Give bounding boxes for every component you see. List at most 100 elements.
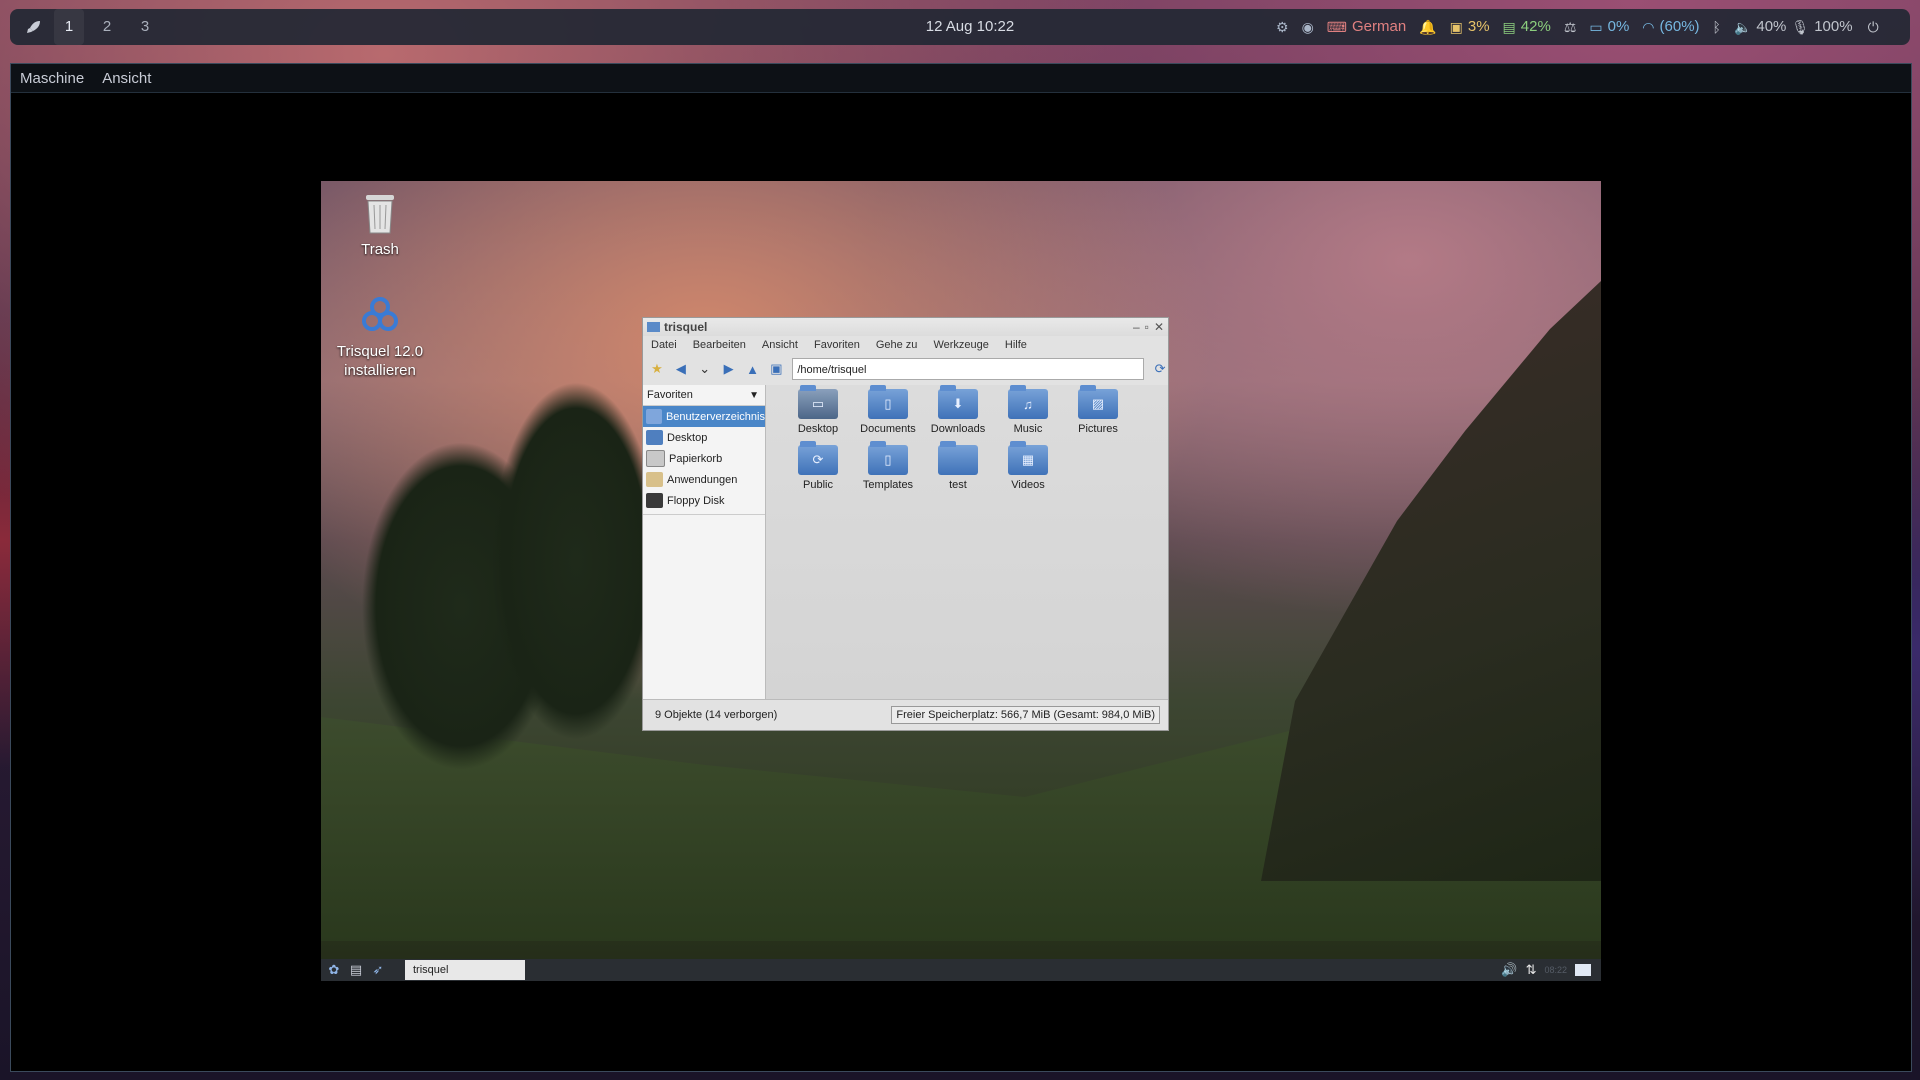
menu-hilfe[interactable]: Hilfe bbox=[1005, 339, 1027, 351]
sidebar-item-applications[interactable]: Anwendungen bbox=[643, 469, 765, 490]
browser-icon[interactable]: ➶ bbox=[369, 962, 387, 978]
host-top-bar: 1 2 3 12 Aug 10:22 ⚙ ◉ ⌨ German 🔔 ▣ 3% ▤… bbox=[10, 9, 1910, 45]
file-label: Downloads bbox=[930, 423, 986, 435]
menu-werkzeuge[interactable]: Werkzeuge bbox=[933, 339, 988, 351]
file-item-downloads[interactable]: ⬇ Downloads bbox=[922, 385, 994, 435]
vm-menubar: Maschine Ansicht bbox=[11, 64, 1911, 93]
window-titlebar[interactable]: trisquel – ▫ ✕ bbox=[643, 318, 1168, 336]
trash-desktop-icon[interactable]: Trash bbox=[325, 191, 435, 259]
bell-icon[interactable]: 🔔 bbox=[1419, 9, 1436, 45]
sidebar-item-floppy[interactable]: Floppy Disk bbox=[643, 490, 765, 511]
file-manager-window: trisquel – ▫ ✕ Datei Bearbeiten Ansicht … bbox=[642, 317, 1169, 731]
file-manager-body: Favoriten ▼ Benutzerverzeichnis Desktop … bbox=[643, 385, 1168, 700]
file-item-videos[interactable]: ▦ Videos bbox=[992, 441, 1064, 491]
date-time[interactable]: 12 Aug 10:22 bbox=[905, 9, 1035, 45]
file-label: Public bbox=[803, 479, 833, 491]
file-item-pictures[interactable]: ▨ Pictures bbox=[1062, 385, 1134, 435]
menu-favoriten[interactable]: Favoriten bbox=[814, 339, 860, 351]
file-item-documents[interactable]: ▯ Documents bbox=[852, 385, 924, 435]
file-label: Videos bbox=[1011, 479, 1045, 491]
sidebar-header[interactable]: Favoriten ▼ bbox=[643, 385, 765, 406]
trash-icon bbox=[366, 195, 394, 234]
file-item-templates[interactable]: ▯ Templates bbox=[852, 441, 924, 491]
file-label: Pictures bbox=[1078, 423, 1118, 435]
new-folder-icon[interactable]: ★ bbox=[649, 361, 665, 377]
address-bar[interactable]: /home/trisquel bbox=[792, 358, 1145, 380]
chevron-down-icon[interactable]: ⌄ bbox=[697, 361, 713, 377]
volume-icon[interactable]: 🔊 bbox=[1501, 963, 1517, 978]
workspace-2[interactable]: 2 bbox=[92, 9, 122, 45]
sidebar-item-home[interactable]: Benutzerverzeichnis bbox=[643, 406, 765, 427]
home-folder-icon bbox=[646, 409, 662, 424]
menu-bearbeiten[interactable]: Bearbeiten bbox=[693, 339, 746, 351]
up-arrow-icon[interactable]: ▲ bbox=[745, 361, 761, 377]
close-icon[interactable]: ✕ bbox=[1154, 320, 1164, 334]
menu-gehe-zu[interactable]: Gehe zu bbox=[876, 339, 918, 351]
refresh-icon[interactable]: ⟳ bbox=[1152, 361, 1168, 377]
sidebar-item-desktop[interactable]: Desktop bbox=[643, 427, 765, 448]
workspace-3[interactable]: 3 bbox=[130, 9, 160, 45]
power-icon[interactable]: ⏻ bbox=[1868, 9, 1879, 45]
guest-taskbar: ✿ ▤ ➶ trisquel 🔊 ⇅ 08:22 bbox=[321, 959, 1601, 981]
public-folder-icon: ⟳ bbox=[798, 441, 838, 475]
free-space: Freier Speicherplatz: 566,7 MiB (Gesamt:… bbox=[891, 706, 1160, 724]
desktop-folder-icon: ▭ bbox=[798, 385, 838, 419]
settings-icon[interactable]: ⚙ bbox=[1276, 9, 1289, 45]
network-icon[interactable]: ⇅ bbox=[1526, 963, 1537, 978]
sidebar-item-label: Floppy Disk bbox=[667, 494, 725, 507]
keyboard-layout[interactable]: German bbox=[1352, 9, 1406, 45]
sidebar-item-label: Benutzerverzeichnis bbox=[665, 410, 765, 423]
install-label-line1: Trisquel 12.0 bbox=[336, 343, 424, 360]
file-item-desktop[interactable]: ▭ Desktop bbox=[782, 385, 854, 435]
desktop-icon bbox=[646, 430, 663, 445]
sidebar-item-trash[interactable]: Papierkorb bbox=[643, 448, 765, 469]
home-folder-icon[interactable]: ▣ bbox=[768, 361, 784, 377]
file-manager-menubar: Datei Bearbeiten Ansicht Favoriten Gehe … bbox=[643, 336, 1168, 354]
bluetooth-icon[interactable]: ᛒ bbox=[1713, 9, 1721, 45]
menu-ansicht[interactable]: Ansicht bbox=[762, 339, 798, 351]
file-manager-icon[interactable]: ▤ bbox=[347, 962, 365, 978]
volume-level[interactable]: 40% bbox=[1756, 9, 1786, 45]
file-label: Music bbox=[1013, 423, 1043, 435]
object-count: 9 Objekte (14 verborgen) bbox=[655, 709, 778, 721]
install-label-line2: installieren bbox=[344, 362, 416, 379]
file-view[interactable]: ▭ Desktop ▯ Documents ⬇ Downloads ♫ Musi… bbox=[766, 385, 1168, 700]
show-desktop-icon[interactable] bbox=[1575, 964, 1591, 976]
install-desktop-icon[interactable]: Trisquel 12.0 installieren bbox=[325, 293, 435, 380]
eye-icon[interactable]: ◉ bbox=[1302, 9, 1314, 45]
pictures-folder-icon: ▨ bbox=[1078, 385, 1118, 419]
workspace-1[interactable]: 1 bbox=[54, 9, 84, 45]
trisquel-logo-icon bbox=[362, 297, 398, 331]
rocket-launcher-icon[interactable] bbox=[22, 9, 46, 45]
file-label: Templates bbox=[862, 479, 914, 491]
maximize-icon[interactable]: ▫ bbox=[1145, 320, 1149, 334]
mic-level[interactable]: 100% bbox=[1814, 9, 1852, 45]
battery-level[interactable]: 0% bbox=[1608, 9, 1630, 45]
trash-label: Trash bbox=[361, 241, 399, 258]
sidebar-item-label: Anwendungen bbox=[667, 473, 738, 486]
cpu-usage[interactable]: 3% bbox=[1468, 9, 1490, 45]
status-bar: 9 Objekte (14 verborgen) Freier Speicher… bbox=[643, 699, 1168, 730]
forward-arrow-icon[interactable]: ▶ bbox=[721, 361, 737, 377]
guest-clock[interactable]: 08:22 bbox=[1544, 965, 1567, 975]
minimize-icon[interactable]: – bbox=[1133, 320, 1140, 334]
file-item-test[interactable]: test bbox=[922, 441, 994, 491]
menu-ansicht[interactable]: Ansicht bbox=[93, 70, 160, 87]
wifi-strength[interactable]: (60%) bbox=[1660, 9, 1700, 45]
trash-icon bbox=[646, 450, 665, 467]
taskbar-window-button[interactable]: trisquel bbox=[405, 960, 525, 980]
memory-usage[interactable]: 42% bbox=[1521, 9, 1551, 45]
balance-icon[interactable]: ⚖ bbox=[1564, 9, 1577, 45]
file-item-public[interactable]: ⟳ Public bbox=[782, 441, 854, 491]
file-item-music[interactable]: ♫ Music bbox=[992, 385, 1064, 435]
templates-folder-icon: ▯ bbox=[868, 441, 908, 475]
guest-screen[interactable]: Trash Trisquel 12.0 installieren trisque… bbox=[321, 181, 1601, 981]
speaker-icon: 🔈 bbox=[1733, 19, 1752, 35]
back-arrow-icon[interactable]: ◀ bbox=[673, 361, 689, 377]
mountain bbox=[1261, 281, 1601, 881]
microphone-icon: 🎙 bbox=[1791, 19, 1810, 35]
trisquel-menu-icon[interactable]: ✿ bbox=[325, 962, 343, 978]
menu-datei[interactable]: Datei bbox=[651, 339, 677, 351]
menu-maschine[interactable]: Maschine bbox=[11, 70, 93, 87]
chevron-down-icon[interactable]: ▼ bbox=[749, 390, 759, 401]
